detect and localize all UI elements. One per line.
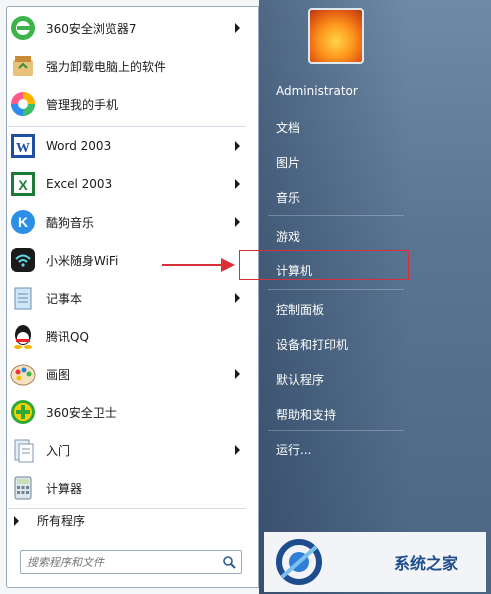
uninstall-icon (8, 51, 38, 81)
watermark-logo-icon (276, 539, 322, 585)
excel-icon: X (8, 169, 38, 199)
qq-icon (8, 321, 38, 351)
program-label: 360安全浏览器7 (46, 21, 137, 36)
submenu-arrow-icon (235, 141, 240, 151)
program-item-uninstall[interactable]: 强力卸载电脑上的软件 (8, 48, 248, 84)
submenu-arrow-icon (235, 179, 240, 189)
separator (8, 126, 246, 127)
menu-item-documents[interactable]: 文档 (276, 119, 300, 136)
svg-text:X: X (18, 177, 28, 193)
notepad-icon (8, 283, 38, 313)
program-item-xiaomi-wifi[interactable]: 小米随身WiFi (8, 242, 248, 278)
separator (268, 215, 404, 216)
word-icon: W (8, 131, 38, 161)
program-label: Word 2003 (46, 139, 112, 153)
pointer-arrow-line (162, 264, 222, 266)
svg-text:K: K (18, 214, 28, 230)
program-label: 强力卸载电脑上的软件 (46, 59, 167, 74)
program-label: 酷狗音乐 (46, 215, 95, 230)
program-label: 记事本 (46, 291, 83, 306)
program-item-kugou[interactable]: K 酷狗音乐 (8, 204, 248, 240)
program-label: 腾讯QQ (46, 329, 89, 344)
program-item-360-browser[interactable]: 360安全浏览器7 (8, 10, 248, 46)
start-menu: 360安全浏览器7 强力卸载电脑上的软件 管理我的手机 W Word 2003 … (0, 0, 491, 594)
submenu-arrow-icon (235, 369, 240, 379)
program-label: 360安全卫士 (46, 405, 117, 420)
menu-item-default-programs[interactable]: 默认程序 (276, 371, 324, 388)
program-label: 入门 (46, 443, 71, 458)
program-label: Excel 2003 (46, 177, 113, 191)
phone-manager-icon (8, 89, 38, 119)
search-icon (222, 555, 236, 572)
program-label: 计算器 (46, 481, 83, 496)
calculator-icon (8, 473, 38, 503)
expand-arrow-icon (14, 515, 19, 526)
program-label: 画图 (46, 367, 71, 382)
menu-item-music[interactable]: 音乐 (276, 189, 300, 206)
watermark-text: 系统之家 (394, 554, 459, 573)
separator (268, 289, 404, 290)
pointer-arrow-icon (221, 258, 235, 272)
highlight-box (239, 250, 409, 280)
menu-item-user[interactable]: Administrator (276, 84, 358, 98)
submenu-arrow-icon (235, 217, 240, 227)
program-label: 管理我的手机 (46, 97, 119, 112)
browser-360-icon (8, 13, 38, 43)
menu-item-run[interactable]: 运行... (276, 441, 311, 458)
separator (268, 430, 404, 431)
all-programs-button[interactable]: 所有程序 (14, 512, 85, 529)
security-360-icon (8, 397, 38, 427)
menu-item-devices-printers[interactable]: 设备和打印机 (276, 336, 348, 353)
program-item-phone-manager[interactable]: 管理我的手机 (8, 86, 248, 122)
program-item-word[interactable]: W Word 2003 (8, 128, 248, 164)
program-item-calculator[interactable]: 计算器 (8, 470, 248, 506)
all-programs-label: 所有程序 (37, 514, 86, 528)
wifi-icon (8, 245, 38, 275)
program-label: 小米随身WiFi (46, 253, 119, 268)
submenu-arrow-icon (235, 293, 240, 303)
menu-item-pictures[interactable]: 图片 (276, 154, 300, 171)
menu-item-control-panel[interactable]: 控制面板 (276, 301, 324, 318)
watermark: 系统之家 (264, 532, 486, 592)
separator (8, 508, 246, 509)
svg-text:W: W (16, 141, 30, 156)
getting-started-icon (8, 435, 38, 465)
menu-item-help-support[interactable]: 帮助和支持 (276, 406, 336, 423)
program-item-getting-started[interactable]: 入门 (8, 432, 248, 468)
program-item-notepad[interactable]: 记事本 (8, 280, 248, 316)
submenu-arrow-icon (235, 445, 240, 455)
program-item-360-security[interactable]: 360安全卫士 (8, 394, 248, 430)
program-item-paint[interactable]: 画图 (8, 356, 248, 392)
search-box[interactable] (20, 550, 242, 574)
paint-icon (8, 359, 38, 389)
kugou-icon: K (8, 207, 38, 237)
user-avatar[interactable] (308, 8, 364, 64)
program-item-excel[interactable]: X Excel 2003 (8, 166, 248, 202)
menu-item-games[interactable]: 游戏 (276, 228, 300, 245)
program-item-qq[interactable]: 腾讯QQ (8, 318, 248, 354)
submenu-arrow-icon (235, 23, 240, 33)
search-input[interactable] (21, 551, 223, 573)
